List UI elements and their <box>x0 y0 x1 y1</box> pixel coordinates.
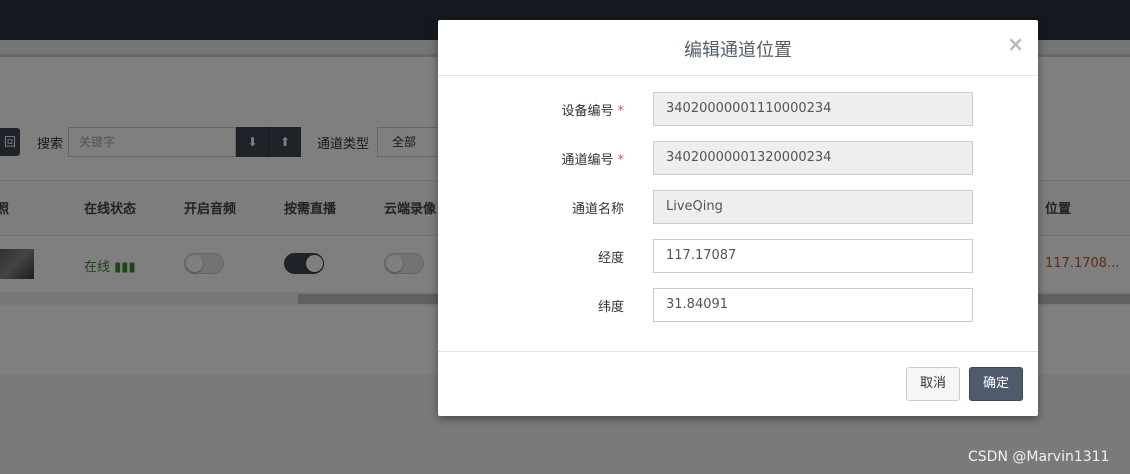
latitude-field[interactable]: 31.84091 <box>653 288 973 322</box>
longitude-label: 经度 <box>597 251 624 266</box>
channel-name-label: 通道名称 <box>571 202 624 217</box>
channel-id-field[interactable]: 34020000001320000234 <box>653 141 973 175</box>
device-id-row: 设备编号 * 34020000001110000234 <box>438 92 1038 126</box>
device-id-field[interactable]: 34020000001110000234 <box>653 92 973 126</box>
channel-id-row: 通道编号 * 34020000001320000234 <box>438 141 1038 175</box>
longitude-field[interactable]: 117.17087 <box>653 239 973 273</box>
edit-channel-position-dialog: 编辑通道位置 × 设备编号 * 34020000001110000234 通道编号… <box>438 20 1038 416</box>
latitude-row: 纬度 31.84091 <box>438 288 1038 322</box>
device-id-label: 设备编号 * <box>561 104 625 119</box>
modal-title: 编辑通道位置 <box>684 40 792 61</box>
latitude-label: 纬度 <box>597 300 624 315</box>
required-mark: * <box>617 153 625 168</box>
confirm-button[interactable]: 确定 <box>969 367 1023 401</box>
close-icon[interactable]: × <box>1007 32 1024 56</box>
modal-header: 编辑通道位置 × <box>438 20 1038 76</box>
channel-id-label: 通道编号 * <box>561 153 625 168</box>
channel-name-field[interactable]: LiveQing <box>653 190 973 224</box>
watermark-text: CSDN @Marvin1311 <box>968 449 1110 465</box>
cancel-button[interactable]: 取消 <box>906 367 960 401</box>
required-mark: * <box>617 104 625 119</box>
longitude-row: 经度 117.17087 <box>438 239 1038 273</box>
channel-name-row: 通道名称 LiveQing <box>438 190 1038 224</box>
